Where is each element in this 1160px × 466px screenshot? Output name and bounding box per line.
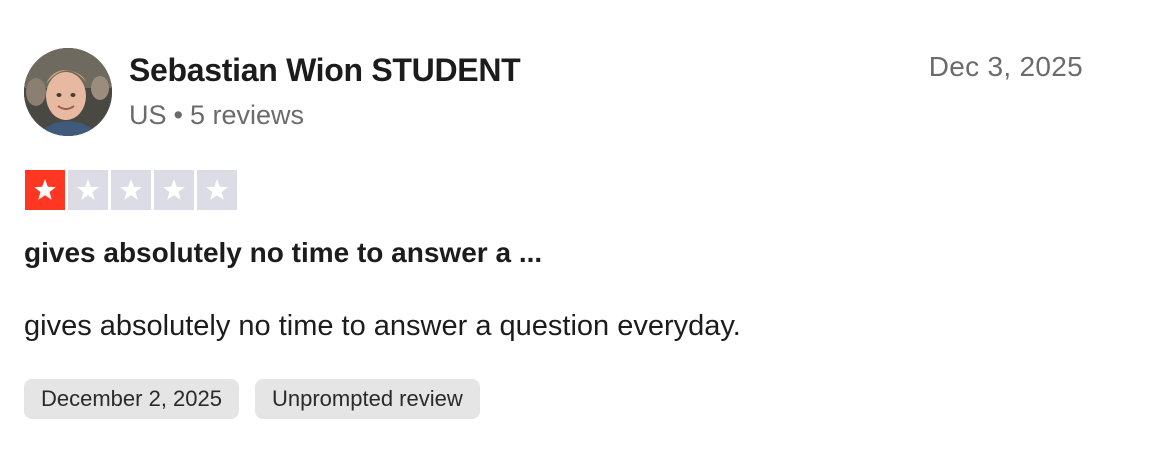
- review-body: gives absolutely no time to answer a que…: [24, 310, 741, 342]
- review-type-tag: Unprompted review: [255, 379, 480, 419]
- star-icon: [206, 179, 228, 200]
- avatar-photo-icon: [24, 48, 112, 136]
- star-icon: [163, 179, 185, 200]
- review-title[interactable]: gives absolutely no time to answer a ...: [24, 235, 542, 271]
- star-empty: [154, 170, 194, 210]
- star-icon: [77, 179, 99, 200]
- star-icon: [120, 179, 142, 200]
- review-card: Sebastian Wion STUDENT US • 5 reviews Dec …: [0, 0, 1160, 466]
- star-empty: [111, 170, 151, 210]
- reviewer-reviews-count: 5 reviews: [189, 100, 305, 130]
- reviewer-meta: US • 5 reviews: [129, 98, 304, 132]
- star-filled: [25, 170, 65, 210]
- avatar[interactable]: [24, 48, 112, 136]
- star-icon: [34, 179, 56, 200]
- reviewer-name[interactable]: Sebastian Wion STUDENT: [129, 50, 521, 90]
- review-date: Dec 3, 2025: [928, 51, 1083, 82]
- star-empty: [197, 170, 237, 210]
- star-rating: [25, 170, 237, 210]
- reviewer-country: US: [129, 100, 167, 130]
- experience-date-tag: December 2, 2025: [24, 379, 239, 419]
- meta-separator: •: [173, 100, 183, 130]
- star-empty: [68, 170, 108, 210]
- review-tags: December 2, 2025 Unprompted review: [24, 379, 480, 419]
